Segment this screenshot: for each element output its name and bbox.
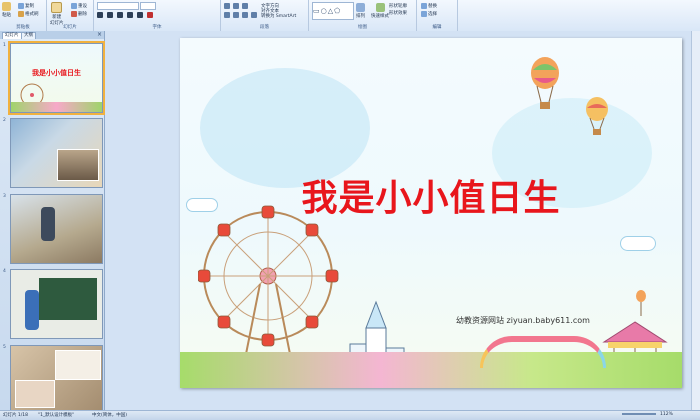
paste-button[interactable]: 粘贴 (2, 2, 11, 18)
paragraph-group: 文字方向 对齐文本 转换为 SmartArt 段落 (221, 0, 309, 31)
copy-button[interactable]: 复制 (18, 3, 34, 9)
font-color-icon[interactable] (147, 12, 153, 18)
drawing-group: ▭○△⬠ 排列 快速样式 形状轮廓 形状效果 绘图 (309, 0, 417, 31)
clipboard-group: 粘贴 复制 格式刷 剪贴板 (0, 0, 47, 31)
slide-number: 3 (3, 194, 6, 199)
close-icon[interactable]: × (97, 31, 102, 39)
shape-effects-button[interactable]: 形状效果 (389, 10, 407, 16)
slides-panel: 幻灯片 大纲 × 1 我是小小值日生 2 3 4 5 (0, 31, 105, 411)
shapes-gallery[interactable]: ▭○△⬠ (312, 2, 354, 20)
balloon-icon (636, 290, 646, 316)
align-center-icon[interactable] (233, 12, 239, 18)
slide-number: 2 (3, 118, 6, 123)
font-size-dropdown[interactable] (140, 2, 156, 10)
ribbon: 粘贴 复制 格式刷 剪贴板 新建 幻灯片 重设 删除 幻灯片 字体 文字方向 对… (0, 0, 700, 32)
ground (180, 352, 682, 388)
align-buttons (224, 12, 257, 18)
format-painter-button[interactable]: 格式刷 (18, 11, 39, 17)
theme-name: "1_默认设计模板" (38, 413, 75, 418)
language: 中文(简体，中国) (92, 413, 128, 418)
hot-air-balloon-image (531, 57, 559, 109)
watermark-credit: 幼教资源网站 ziyuan.baby611.com (456, 316, 590, 325)
new-slide-button[interactable]: 新建 幻灯片 (50, 2, 64, 26)
reset-icon (71, 3, 77, 9)
child-figure (41, 207, 55, 241)
slide-number: 5 (3, 345, 6, 350)
group-label: 绘图 (358, 25, 367, 30)
slide-thumbnail-3[interactable] (10, 194, 103, 264)
tab-slides[interactable]: 幻灯片 (2, 32, 22, 39)
group-label: 剪贴板 (16, 25, 30, 30)
desk-cleaning-photo (11, 195, 102, 263)
numbering-icon[interactable] (233, 3, 239, 9)
rainbow (480, 336, 606, 368)
select-icon (421, 11, 427, 17)
replace-icon (421, 3, 427, 9)
quick-styles-button[interactable]: 快速样式 (371, 3, 389, 19)
delete-icon (71, 11, 77, 17)
smartart-button[interactable]: 转换为 SmartArt (261, 13, 296, 19)
photo-inset (15, 380, 55, 408)
slide-thumbnail-4[interactable] (10, 269, 103, 339)
slide-thumbnail-1[interactable]: 我是小小值日生 (8, 41, 105, 115)
zoom-level[interactable]: 112% (660, 412, 673, 417)
blackboard (39, 278, 97, 320)
slides-group: 新建 幻灯片 重设 删除 幻灯片 (47, 0, 94, 31)
slide-number: 1 (3, 43, 6, 48)
brush-icon (18, 11, 24, 17)
child-figure (25, 290, 39, 330)
group-label: 字体 (152, 25, 162, 30)
bold-icon[interactable] (97, 12, 103, 18)
indent-icon[interactable] (242, 3, 248, 9)
bullets-icon[interactable] (224, 3, 230, 9)
shadow-icon[interactable] (137, 12, 143, 18)
strikethrough-icon[interactable] (127, 12, 133, 18)
underline-icon[interactable] (117, 12, 123, 18)
italic-icon[interactable] (107, 12, 113, 18)
group-label: 幻灯片 (63, 25, 77, 30)
thumb-ground (11, 102, 102, 112)
slide-canvas[interactable]: 我是小小值日生 幼教资源网站 ziyuan.baby611.com (180, 38, 682, 388)
justify-icon[interactable] (251, 12, 257, 18)
new-slide-icon (51, 2, 63, 13)
paste-icon (2, 2, 11, 11)
shape-outline-button[interactable]: 形状轮廓 (389, 3, 407, 9)
group-label: 段落 (260, 25, 269, 30)
arrange-button[interactable]: 排列 (356, 3, 365, 19)
font-group: 字体 (94, 0, 221, 31)
editing-group: 替换 选择 编辑 (417, 0, 458, 31)
font-style-buttons (97, 12, 153, 18)
hot-air-balloon-image (586, 97, 608, 135)
delete-slide-button[interactable]: 删除 (71, 11, 87, 17)
font-name-dropdown[interactable] (97, 2, 139, 10)
slide-number: 4 (3, 269, 6, 274)
replace-button[interactable]: 替换 (421, 3, 437, 9)
quick-styles-icon (375, 3, 385, 12)
group-label: 编辑 (432, 25, 442, 30)
arrange-icon (356, 3, 365, 12)
slide-thumbnail-2[interactable] (10, 118, 103, 188)
align-left-icon[interactable] (224, 12, 230, 18)
thumb-title: 我是小小值日生 (32, 69, 81, 77)
list-buttons (224, 3, 248, 9)
panel-tabs: 幻灯片 大纲 × (0, 31, 104, 39)
vertical-scrollbar[interactable] (691, 31, 700, 410)
photo-inset (55, 350, 101, 380)
slide-thumbnail-5[interactable] (10, 345, 103, 411)
photo-inset (57, 149, 99, 181)
align-right-icon[interactable] (242, 12, 248, 18)
cloud (620, 236, 656, 251)
copy-icon (18, 3, 24, 9)
tab-outline[interactable]: 大纲 (21, 32, 36, 39)
slide-count: 幻灯片 1/18 (3, 413, 29, 418)
select-button[interactable]: 选择 (421, 11, 437, 17)
reset-button[interactable]: 重设 (71, 3, 87, 9)
